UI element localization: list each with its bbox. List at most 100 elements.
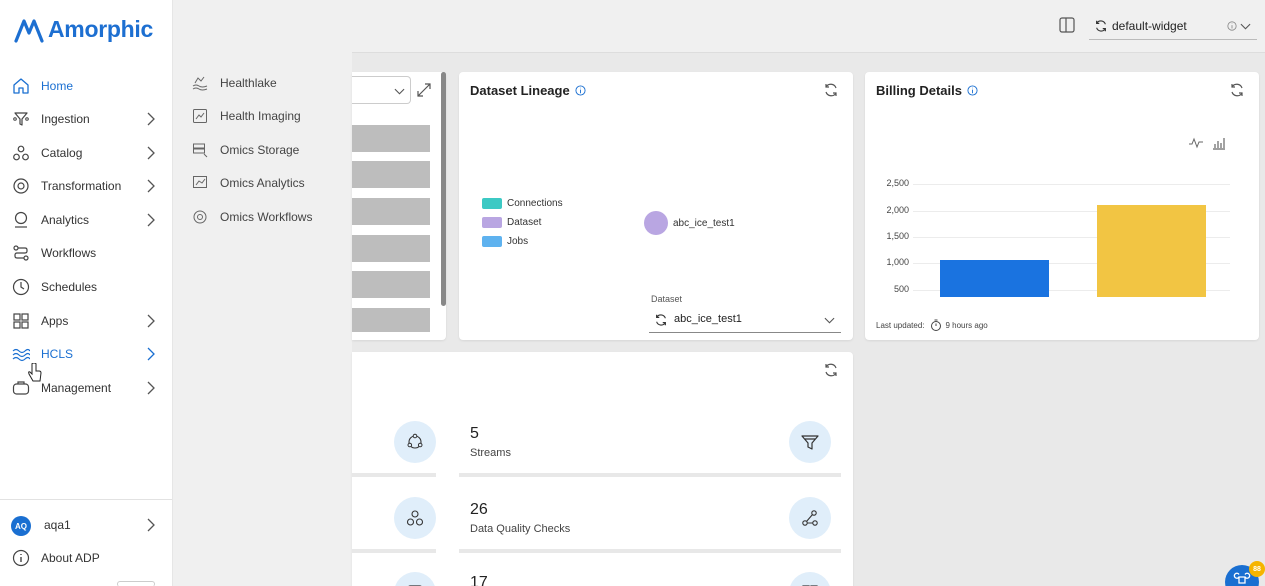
last-updated-value: 9 hours ago	[945, 320, 988, 330]
info-icon	[1227, 21, 1237, 31]
chevron-down-icon	[824, 317, 835, 324]
dataset-select[interactable]: abc_ice_test1	[649, 307, 841, 333]
chevron-right-icon	[147, 213, 155, 227]
chevron-right-icon	[147, 347, 155, 361]
stat-label: Streams	[470, 447, 511, 459]
placeholder-bar	[352, 198, 430, 225]
bar-chart-icon[interactable]	[1212, 136, 1226, 150]
stat-divider	[352, 549, 436, 553]
stat-value: 17	[470, 574, 488, 586]
stat-icon-circle	[789, 421, 831, 463]
billing-bar[interactable]	[1097, 205, 1206, 297]
y-tick-label: 1,500	[886, 230, 909, 241]
refresh-icon[interactable]	[823, 82, 839, 98]
legend-swatch	[482, 217, 502, 228]
catalog-icon	[11, 143, 31, 163]
layout-toggle-icon[interactable]	[1059, 17, 1075, 33]
submenu-item-label: Omics Workflows	[220, 210, 313, 224]
stat-icon-circle	[789, 497, 831, 539]
lineage-node-label: abc_ice_test1	[673, 218, 735, 229]
stat-divider	[459, 473, 841, 477]
waves-icon	[11, 344, 31, 364]
sidebar-item-catalog[interactable]: Catalog	[0, 137, 172, 169]
submenu-item-label: Health Imaging	[220, 109, 301, 123]
hand-cursor-icon	[28, 363, 42, 382]
sidebar-item-transformation[interactable]: Transformation	[0, 170, 172, 202]
legend-swatch	[482, 236, 502, 247]
placeholder-bar	[352, 235, 430, 262]
command-icon	[1233, 572, 1251, 584]
dataset-select-label: Dataset	[651, 294, 683, 304]
sidebar-item-analytics[interactable]: Analytics	[0, 204, 172, 236]
widget-select-value: default-widget	[1112, 18, 1187, 33]
storage-icon	[193, 143, 208, 158]
user-name: aqa1	[44, 518, 71, 532]
submenu-item-label: Omics Analytics	[220, 176, 305, 190]
stat-divider	[352, 473, 436, 477]
submenu-item-omics-storage[interactable]: Omics Storage	[173, 136, 352, 164]
legend-connections: Connections	[482, 198, 563, 209]
info-icon[interactable]	[967, 85, 978, 96]
card-title-text: Billing Details	[876, 83, 962, 98]
chevron-right-icon	[147, 146, 155, 160]
notification-badge: 88	[1249, 561, 1265, 577]
y-tick-label: 1,000	[886, 257, 909, 268]
cycle-icon	[407, 433, 423, 449]
amorphic-logo[interactable]: Amorphic	[14, 16, 153, 43]
sidebar-item-home[interactable]: Home	[0, 70, 172, 102]
scrollbar[interactable]	[441, 72, 446, 306]
chevron-right-icon	[147, 112, 155, 126]
apps-icon	[11, 311, 31, 331]
scroll-handle[interactable]	[117, 581, 155, 586]
sidebar-item-hcls[interactable]: HCLS	[0, 338, 172, 370]
sidebar-item-label: Workflows	[41, 246, 97, 260]
line-chart-icon[interactable]	[1189, 136, 1203, 150]
y-tick-label: 2,500	[886, 178, 909, 189]
info-icon[interactable]	[575, 85, 586, 96]
sidebar-item-ingestion[interactable]: Ingestion	[0, 103, 172, 135]
chevron-right-icon	[147, 381, 155, 395]
nodes-icon	[802, 510, 818, 526]
sidebar-item-label: Home	[41, 79, 74, 93]
refresh-icon	[656, 314, 666, 326]
placeholder-bar	[352, 271, 430, 298]
submenu-item-health-imaging[interactable]: Health Imaging	[173, 102, 352, 130]
avatar[interactable]: AQ	[11, 516, 31, 536]
imaging-icon	[193, 109, 207, 123]
submenu-item-healthlake[interactable]: Healthlake	[173, 69, 352, 97]
filter-icon	[801, 435, 819, 450]
submenu-item-label: Healthlake	[220, 76, 277, 90]
stat-icon-circle	[394, 421, 436, 463]
timer-icon	[931, 319, 942, 331]
last-updated: Last updated: 9 hours ago	[876, 319, 988, 331]
refresh-icon	[1096, 20, 1106, 32]
lineage-node[interactable]	[644, 211, 668, 235]
about-link[interactable]: About ADP	[0, 542, 172, 574]
submenu-item-omics-analytics[interactable]: Omics Analytics	[173, 169, 352, 197]
refresh-icon[interactable]	[823, 362, 839, 378]
omics-analytics-icon	[193, 176, 207, 188]
amorphic-logo-icon	[14, 18, 44, 43]
omics-workflow-icon	[193, 210, 207, 224]
sidebar-item-label: Analytics	[41, 213, 90, 227]
placeholder-bar	[352, 161, 430, 188]
funnel-icon	[11, 109, 31, 129]
submenu-item-omics-workflows[interactable]: Omics Workflows	[173, 203, 352, 231]
legend-label: Dataset	[507, 217, 542, 228]
partial-select[interactable]	[352, 76, 411, 104]
expand-icon[interactable]	[416, 82, 432, 98]
refresh-icon[interactable]	[1229, 82, 1245, 98]
billing-details-title: Billing Details	[876, 83, 978, 98]
sidebar-item-apps[interactable]: Apps	[0, 305, 172, 337]
widget-select[interactable]: default-widget	[1089, 12, 1257, 40]
sidebar-item-management[interactable]: Management	[0, 372, 172, 404]
sidebar-item-schedules[interactable]: Schedules	[0, 271, 172, 303]
info-icon	[11, 548, 31, 568]
home-icon	[11, 76, 31, 96]
grid-line	[913, 184, 1230, 186]
billing-bar[interactable]	[940, 259, 1049, 297]
sidebar-item-workflows[interactable]: Workflows	[0, 237, 172, 269]
sidebar-item-label: Apps	[41, 314, 69, 328]
chevron-right-icon	[147, 314, 155, 328]
stat-value: 26	[470, 501, 488, 518]
